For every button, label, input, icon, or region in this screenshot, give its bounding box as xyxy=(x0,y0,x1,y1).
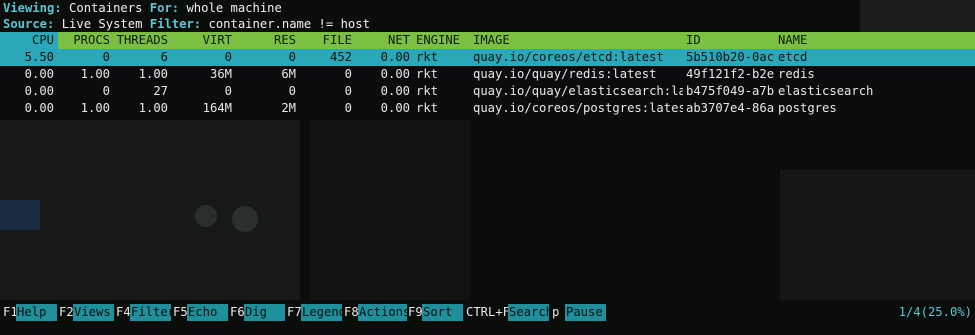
cell-id: 5b510b20-0ac xyxy=(686,50,775,64)
cell-virt: 36M xyxy=(209,67,232,81)
source-line: Source: Live System Filter: container.na… xyxy=(3,16,370,33)
cell-cpu: 0.00 xyxy=(24,84,54,98)
cell-procs: 0 xyxy=(102,50,110,64)
cell-res: 2M xyxy=(281,101,296,115)
fkey-dig-button[interactable]: Dig xyxy=(244,304,285,321)
cell-threads: 6 xyxy=(160,50,168,64)
cell-image: quay.io/quay/redis:latest xyxy=(473,67,657,81)
cell-threads: 1.00 xyxy=(138,101,168,115)
cell-cpu: 5.50 xyxy=(24,50,54,64)
cell-file: 0 xyxy=(344,67,352,81)
column-header-threads[interactable]: THREADS xyxy=(112,32,168,49)
cell-file: 452 xyxy=(329,50,352,64)
viewing-label: Viewing: xyxy=(3,1,62,15)
cell-name: postgres xyxy=(778,101,837,115)
cell-id: 49f121f2-b2e xyxy=(686,67,775,81)
cell-procs: 1.00 xyxy=(80,101,110,115)
cell-engine: rkt xyxy=(416,84,439,98)
cell-name: elasticsearch xyxy=(778,84,874,98)
column-header-cpu[interactable]: CPU xyxy=(0,32,54,49)
cell-net: 0.00 xyxy=(380,84,410,98)
cell-threads: 27 xyxy=(153,84,168,98)
column-header-net[interactable]: NET xyxy=(354,32,410,49)
table-row[interactable]: 0.00 1.00 1.00 164M 2M 0 0.00 rkt quay.io/coreos… xyxy=(0,100,975,117)
cell-virt: 0 xyxy=(224,50,232,64)
cell-id: b475f049-a7b xyxy=(686,84,775,98)
cell-image: quay.io/quay/elasticsearch:la xyxy=(473,84,683,98)
fkey-f2: F2 xyxy=(59,305,74,319)
cell-id: ab3707e4-86a xyxy=(686,101,775,115)
cell-virt: 164M xyxy=(202,101,232,115)
column-header-procs[interactable]: PROCS xyxy=(58,32,110,49)
fkey-pause-button[interactable]: Pause xyxy=(565,304,606,321)
column-header-name[interactable]: NAME xyxy=(778,32,968,49)
cell-net: 0.00 xyxy=(380,67,410,81)
fkey-ctrl-f: CTRL+F xyxy=(466,305,511,319)
fkey-f4: F4 xyxy=(116,305,131,319)
cell-cpu: 0.00 xyxy=(24,67,54,81)
cell-name: etcd xyxy=(778,50,808,64)
source-value: Live System xyxy=(61,17,143,31)
table-row[interactable]: 0.00 1.00 1.00 36M 6M 0 0.00 rkt quay.io/quay/re… xyxy=(0,66,975,83)
fkey-views-button[interactable]: Views xyxy=(73,304,114,321)
cell-procs: 0 xyxy=(102,84,110,98)
column-header-id[interactable]: ID xyxy=(686,32,776,49)
column-header-virt[interactable]: VIRT xyxy=(170,32,232,49)
cell-threads: 1.00 xyxy=(138,67,168,81)
fkey-filter-button[interactable]: Filter xyxy=(130,304,175,321)
viewing-line: Viewing: Containers For: whole machine xyxy=(3,0,282,17)
cell-res: 0 xyxy=(288,84,296,98)
fkey-sort-button[interactable]: Sort xyxy=(422,304,463,321)
fkey-actions-button[interactable]: Actions xyxy=(358,304,410,321)
cell-engine: rkt xyxy=(416,67,439,81)
cell-engine: rkt xyxy=(416,50,439,64)
cell-image: quay.io/coreos/etcd:latest xyxy=(473,50,664,64)
fkey-echo-button[interactable]: Echo xyxy=(187,304,228,321)
for-label: For: xyxy=(149,1,180,15)
cell-net: 0.00 xyxy=(380,101,410,115)
cell-res: 0 xyxy=(288,50,296,64)
cell-cpu: 0.00 xyxy=(24,101,54,115)
cell-virt: 0 xyxy=(224,84,232,98)
fkey-help-button[interactable]: Help xyxy=(16,304,57,321)
fkey-f9: F9 xyxy=(408,305,423,319)
function-key-bar: F1 Help F2 Views F4 Filter F5 Echo F6 Di… xyxy=(0,304,975,321)
viewing-value: Containers xyxy=(69,1,143,15)
cell-engine: rkt xyxy=(416,101,439,115)
filter-value: container.name != host xyxy=(208,17,370,31)
column-header-file[interactable]: FILE xyxy=(298,32,352,49)
column-header-engine[interactable]: ENGINE xyxy=(416,32,470,49)
cell-name: redis xyxy=(778,67,815,81)
scroll-position-indicator: 1/4(25.0%) xyxy=(898,305,972,319)
fkey-f7: F7 xyxy=(287,305,302,319)
cell-file: 0 xyxy=(344,101,352,115)
table-row[interactable]: 0.00 0 27 0 0 0 0.00 rkt quay.io/quay/elasticsea… xyxy=(0,83,975,100)
fkey-p: p xyxy=(552,305,560,319)
cell-procs: 1.00 xyxy=(80,67,110,81)
cell-file: 0 xyxy=(344,84,352,98)
fkey-f5: F5 xyxy=(173,305,188,319)
cell-res: 6M xyxy=(281,67,296,81)
cell-image: quay.io/coreos/postgres:lates xyxy=(473,101,683,115)
fkey-search-button[interactable]: Search xyxy=(508,304,553,321)
fkey-legend-button[interactable]: Legend xyxy=(301,304,346,321)
cell-net: 0.00 xyxy=(380,50,410,64)
fkey-f6: F6 xyxy=(230,305,245,319)
fkey-f8: F8 xyxy=(344,305,359,319)
table-header: CPU PROCS THREADS VIRT RES FILE NET ENGI… xyxy=(0,32,975,49)
source-label: Source: xyxy=(3,17,55,31)
table-row[interactable]: 5.50 0 6 0 0 452 0.00 rkt quay.io/coreos/etcd:la… xyxy=(0,49,975,66)
filter-label: Filter: xyxy=(149,17,202,31)
for-value: whole machine xyxy=(186,1,282,15)
column-header-res[interactable]: RES xyxy=(234,32,296,49)
column-header-image[interactable]: IMAGE xyxy=(473,32,683,49)
